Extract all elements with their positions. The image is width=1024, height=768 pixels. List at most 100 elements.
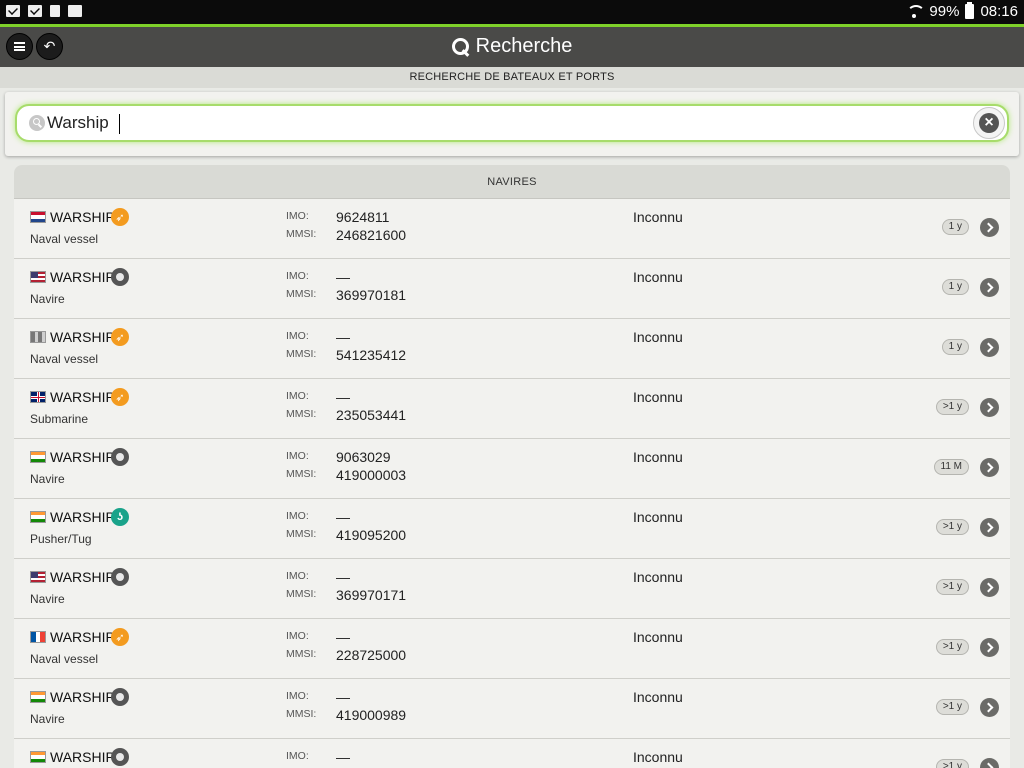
clear-search-button[interactable]: × (973, 107, 1005, 139)
mmsi-value: 419000003 (336, 467, 407, 483)
imo-label: IMO: (286, 750, 309, 762)
naval-vessel-icon: ➶ (111, 328, 129, 346)
imo-value: — (336, 269, 350, 285)
imo-label: IMO: (286, 570, 309, 582)
vessel-type: Navire (30, 592, 65, 606)
unknown-ship-icon (111, 448, 129, 466)
mmsi-value: 419000989 (336, 707, 407, 723)
imo-label: IMO: (286, 210, 309, 222)
last-seen-badge: >1 y (935, 399, 969, 415)
close-icon: × (979, 113, 999, 133)
vessel-row[interactable]: WARSHIP Naval vessel IMO: MMSI: — 541235412 In… (14, 319, 1010, 379)
imo-value: — (336, 509, 350, 525)
united-states-flag-icon (30, 571, 46, 583)
mmsi-value: 369970181 (336, 287, 407, 303)
destination: Inconnu (633, 569, 683, 585)
vessel-row[interactable]: WARSHIP Navire IMO: MMSI: — 369970181 Inconnu 1… (14, 259, 1010, 319)
last-seen-badge: 1 y (941, 279, 969, 295)
search-box[interactable]: × (15, 104, 1009, 142)
vessel-type: Submarine (30, 412, 89, 426)
search-input[interactable] (47, 110, 947, 136)
wifi-icon (905, 4, 926, 19)
india-flag-icon (30, 691, 46, 703)
vessel-name: WARSHIP (50, 269, 115, 285)
destination: Inconnu (633, 269, 683, 285)
mmsi-value: 541235412 (336, 347, 407, 363)
imo-label: IMO: (286, 510, 309, 522)
grey-striped-flag-icon (30, 331, 46, 343)
last-seen-badge: >1 y (935, 699, 969, 715)
vessel-name: WARSHIP (50, 209, 115, 225)
vessel-row[interactable]: WARSHIP Submarine IMO: MMSI: — 235053441 Incon… (14, 379, 1010, 439)
battery-percent: 99% (929, 3, 960, 20)
chevron-right-icon[interactable] (980, 698, 999, 717)
mmsi-label: MMSI: (286, 288, 317, 300)
chevron-right-icon[interactable] (980, 578, 999, 597)
chevron-right-icon[interactable] (980, 758, 999, 768)
naval-vessel-icon: ➶ (111, 208, 129, 226)
destination: Inconnu (633, 689, 683, 705)
chevron-right-icon[interactable] (980, 398, 999, 417)
search-icon (29, 115, 45, 131)
united-states-flag-icon (30, 271, 46, 283)
imo-value: 9063029 (336, 449, 391, 465)
chevron-right-icon[interactable] (980, 518, 999, 537)
vessel-row[interactable]: WARSHIP Naval vessel IMO: MMSI: 9624811 24682… (14, 199, 1010, 259)
vessel-row[interactable]: WARSHIP Pusher/Tug IMO: MMSI: — 419095200 Inco… (14, 499, 1010, 559)
destination: Inconnu (633, 509, 683, 525)
vessel-row[interactable]: WARSHIP Navire IMO: MMSI: — 419000989 Inconnu >… (14, 679, 1010, 739)
status-bar: 99% 08:16 (0, 0, 1024, 24)
last-seen-badge: 1 y (941, 219, 969, 235)
vessel-row[interactable]: WARSHIP Navire IMO: MMSI: — 369970171 Inconnu >… (14, 559, 1010, 619)
last-seen-badge: >1 y (935, 519, 969, 535)
imo-value: — (336, 329, 350, 345)
page-title: Recherche (475, 35, 573, 57)
mmsi-value: 246821600 (336, 227, 407, 243)
destination: Inconnu (633, 329, 683, 345)
vessel-row[interactable]: WARSHIPIMO:MMSI:—Inconnu>1 y (14, 739, 1010, 768)
vessel-type: Naval vessel (30, 652, 99, 666)
naval-vessel-icon: ➶ (111, 628, 129, 646)
mmsi-value: 369970171 (336, 587, 407, 603)
imo-label: IMO: (286, 630, 309, 642)
mmsi-label: MMSI: (286, 528, 317, 540)
destination: Inconnu (633, 389, 683, 405)
unknown-ship-icon (111, 748, 129, 766)
vessel-name: WARSHIP (50, 389, 115, 405)
imo-value: — (336, 569, 350, 585)
unknown-ship-icon (111, 568, 129, 586)
mmsi-label: MMSI: (286, 408, 317, 420)
section-header: NAVIRES (14, 165, 1010, 199)
search-icon (451, 37, 470, 56)
imo-value: — (336, 629, 350, 645)
france-flag-icon (30, 631, 46, 643)
app-header: ↶ Recherche (0, 27, 1024, 67)
page-subtitle: RECHERCHE DE BATEAUX ET PORTS (0, 67, 1024, 88)
mmsi-value: 419095200 (336, 527, 407, 543)
vessel-name: WARSHIP (50, 329, 115, 345)
chevron-right-icon[interactable] (980, 218, 999, 237)
mmsi-label: MMSI: (286, 588, 317, 600)
vessel-name: WARSHIP (50, 509, 115, 525)
vessel-type: Naval vessel (30, 352, 99, 366)
mmsi-value: 235053441 (336, 407, 407, 423)
chevron-right-icon[interactable] (980, 338, 999, 357)
vessel-row[interactable]: WARSHIP Naval vessel IMO: MMSI: — 228725000 In… (14, 619, 1010, 679)
destination: Inconnu (633, 749, 683, 765)
last-seen-badge: 1 y (941, 339, 969, 355)
mmsi-label: MMSI: (286, 348, 317, 360)
netherlands-flag-icon (30, 211, 46, 223)
text-caret (119, 114, 120, 134)
chevron-right-icon[interactable] (980, 638, 999, 657)
last-seen-badge: >1 y (935, 639, 969, 655)
chevron-right-icon[interactable] (980, 458, 999, 477)
notification-icons (6, 5, 82, 17)
vessel-type: Navire (30, 712, 65, 726)
imo-label: IMO: (286, 450, 309, 462)
mail-icon (6, 5, 20, 17)
india-flag-icon (30, 451, 46, 463)
chevron-right-icon[interactable] (980, 278, 999, 297)
imo-value: — (336, 689, 350, 705)
vessel-row[interactable]: WARSHIP Navire IMO: MMSI: 9063029 419000003 In… (14, 439, 1010, 499)
mmsi-label: MMSI: (286, 228, 317, 240)
